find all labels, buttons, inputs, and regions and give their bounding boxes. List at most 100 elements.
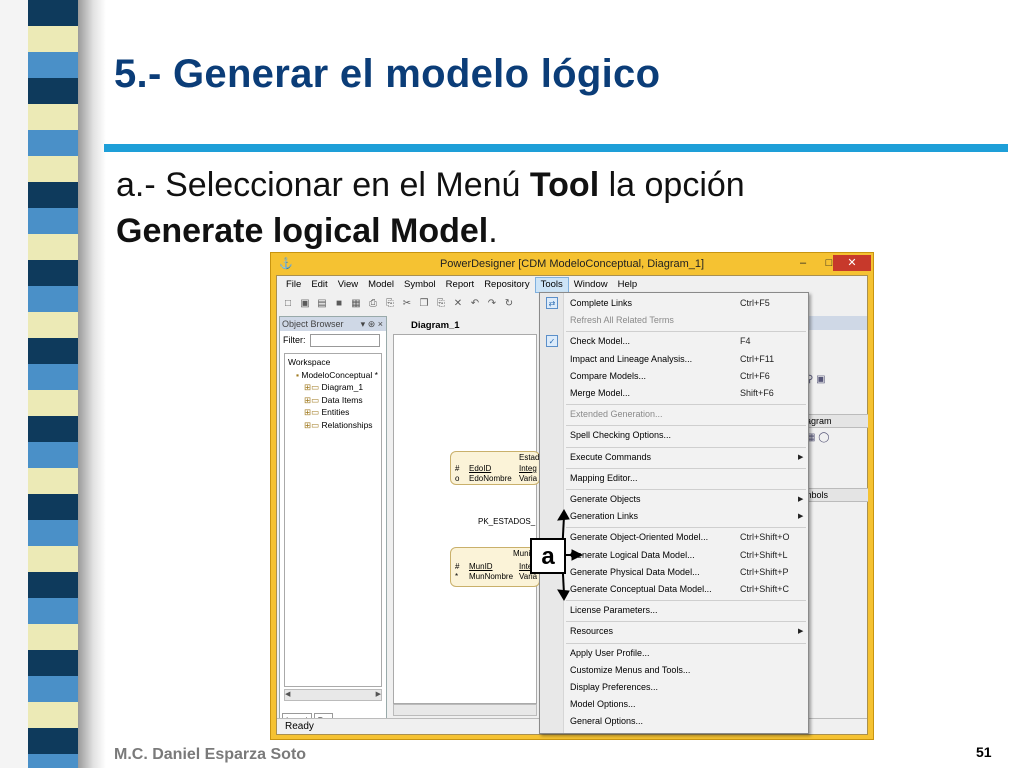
menu-help[interactable]: Help — [613, 277, 643, 293]
folder-icon: ⊞▭ — [304, 382, 322, 392]
menu-separator — [566, 621, 806, 623]
tools-menu-item[interactable]: General Options... — [540, 713, 808, 730]
menu-item-shortcut: Ctrl+F5 — [740, 298, 770, 308]
menu-item-label: Display Preferences... — [570, 682, 659, 692]
open-icon[interactable]: ▣ — [298, 297, 312, 311]
toolbox-diagram-icons[interactable]: ▦ ◯ — [806, 432, 829, 443]
menu-repository[interactable]: Repository — [479, 277, 534, 293]
arrow-down-head — [557, 589, 570, 601]
tools-menu-item[interactable]: Mapping Editor... — [540, 470, 808, 487]
open-folder-icon[interactable]: ▤ — [315, 297, 329, 311]
stripe-block — [28, 156, 78, 182]
entity-attr-type: Varia — [519, 474, 538, 483]
filter-input[interactable] — [309, 333, 380, 347]
new-icon[interactable]: □ — [281, 297, 295, 311]
object-tree-scrollbar[interactable]: ◀ ▶ — [284, 689, 382, 701]
entity-attr-name: MunNombre — [469, 572, 514, 581]
toolbox-section-diagram[interactable]: iagram — [804, 414, 868, 428]
tree-item[interactable]: ▪ ModeloConceptual * — [288, 369, 378, 382]
entity-attr-marker: # — [455, 464, 460, 473]
stripe-block — [28, 78, 78, 104]
redo-icon[interactable]: ↷ — [485, 297, 499, 311]
close-button[interactable]: ✕ — [833, 255, 871, 271]
diagram-canvas[interactable]: Estad # EdoID Integ o EdoNombre Varia PK… — [393, 334, 540, 704]
entity-attr-type: Integ — [519, 464, 537, 473]
instruction-text: a.- Seleccionar en el Menú Tool la opció… — [116, 162, 976, 254]
menu-window[interactable]: Window — [569, 277, 613, 293]
menu-item-label: Spell Checking Options... — [570, 430, 672, 441]
instruction-option-name: Generate logical Model — [116, 212, 489, 250]
tools-menu-item[interactable]: Resources ▶ — [540, 623, 808, 640]
menu-file[interactable]: File — [281, 277, 306, 293]
stripe-block — [28, 468, 78, 494]
menu-separator — [566, 446, 806, 448]
filter-row: Filter: — [280, 331, 386, 349]
tools-menu-item[interactable]: Impact and Lineage Analysis... Ctrl+F11 — [540, 351, 808, 368]
copy-icon[interactable]: ❐ — [417, 297, 431, 311]
tab-diagram-1[interactable]: Diagram_1 — [393, 318, 513, 334]
instruction-suffix: . — [488, 212, 498, 250]
tools-menu-item[interactable]: ✓ Check Model... F4 — [540, 333, 808, 350]
menu-item-label: Compare Models... — [570, 370, 647, 381]
page-number: 51 — [976, 744, 992, 760]
print-icon[interactable]: ⎙ — [366, 297, 380, 311]
tree-item[interactable]: Workspace — [288, 356, 378, 369]
folder-icon: ⊞▭ — [304, 394, 322, 405]
tools-menu-item[interactable]: Model Options... — [540, 696, 808, 713]
pin-icon[interactable]: ▾ ⊛ × — [361, 317, 383, 331]
tree-item[interactable]: ⊞▭ Diagram_1 — [288, 381, 378, 394]
tools-menu-item[interactable]: Customize Menus and Tools... — [540, 662, 808, 679]
tree-item-label: Diagram_1 — [321, 382, 364, 392]
menu-separator — [566, 404, 806, 406]
slide-title: 5.- Generar el modelo lógico — [114, 52, 661, 96]
save-icon[interactable]: ■ — [332, 297, 346, 311]
toolbox-section-symbols[interactable]: mbols — [804, 488, 868, 502]
stripe-block — [28, 234, 78, 260]
tree-item[interactable]: ⊞▭ Entities — [288, 406, 378, 419]
menu-item-label: Check Model... — [570, 336, 631, 347]
print-preview-icon[interactable]: ⎘ — [383, 297, 397, 311]
menu-item-shortcut: Ctrl+Shift+O — [740, 532, 790, 543]
menu-item-label: Mapping Editor... — [570, 472, 638, 483]
menu-tools[interactable]: Tools — [534, 277, 569, 293]
tree-item[interactable]: ⊞▭ Relationships — [288, 419, 378, 432]
undo-icon[interactable]: ↶ — [468, 297, 482, 311]
menu-edit[interactable]: Edit — [306, 277, 332, 293]
folder-icon: ⊞▭ — [304, 407, 322, 417]
save-all-icon[interactable]: ▦ — [349, 297, 363, 311]
menu-item-label: Complete Links — [570, 298, 633, 308]
arrow-up-head — [557, 509, 570, 521]
minimize-button[interactable]: ‒ — [791, 255, 815, 271]
menu-symbol[interactable]: Symbol — [399, 277, 441, 293]
instruction-middle: la opción — [599, 166, 745, 204]
delete-icon[interactable]: ✕ — [451, 297, 465, 311]
entity-attr-marker: # — [455, 562, 460, 571]
entity-estados[interactable]: Estad # EdoID Integ o EdoNombre Varia — [450, 451, 540, 485]
menu-item-label: Impact and Lineage Analysis... — [570, 353, 693, 364]
paste-icon[interactable]: ⎘ — [434, 297, 448, 311]
tools-menu-item[interactable]: Apply User Profile... — [540, 645, 808, 662]
tools-menu-item[interactable]: Execute Commands ▶ — [540, 449, 808, 466]
menu-item-shortcut: Ctrl+F6 — [740, 370, 770, 381]
menu-item-label: Execute Commands — [570, 451, 652, 462]
refresh-icon[interactable]: ↻ — [502, 297, 516, 311]
stripe-block — [28, 26, 78, 52]
tools-menu-item[interactable]: Compare Models... Ctrl+F6 — [540, 368, 808, 385]
object-tree: Workspace ▪ ModeloConceptual * ⊞▭ Diagram_… — [284, 353, 382, 687]
menu-report[interactable]: Report — [441, 277, 480, 293]
tools-menu-item[interactable]: ⇄ Complete Links Ctrl+F5 — [540, 295, 808, 312]
tree-item[interactable]: ⊞▭ Data Items — [288, 394, 378, 407]
menu-view[interactable]: View — [333, 277, 363, 293]
tools-menu-item[interactable]: Spell Checking Options... — [540, 427, 808, 444]
entity-attr-marker: * — [455, 572, 459, 581]
stripe-block — [28, 598, 78, 624]
stripe-block — [28, 676, 78, 702]
menu-item-shortcut: Ctrl+Shift+C — [740, 584, 790, 594]
menu-item-label: Refresh All Related Terms — [570, 315, 674, 326]
tools-menu-item[interactable]: Merge Model... Shift+F6 — [540, 385, 808, 402]
tools-menu-item[interactable]: Display Preferences... — [540, 679, 808, 696]
cut-icon[interactable]: ✂ — [400, 297, 414, 311]
toolbox-header — [804, 316, 867, 330]
menu-model[interactable]: Model — [363, 277, 399, 293]
diagram-scrollbar[interactable] — [393, 704, 537, 716]
